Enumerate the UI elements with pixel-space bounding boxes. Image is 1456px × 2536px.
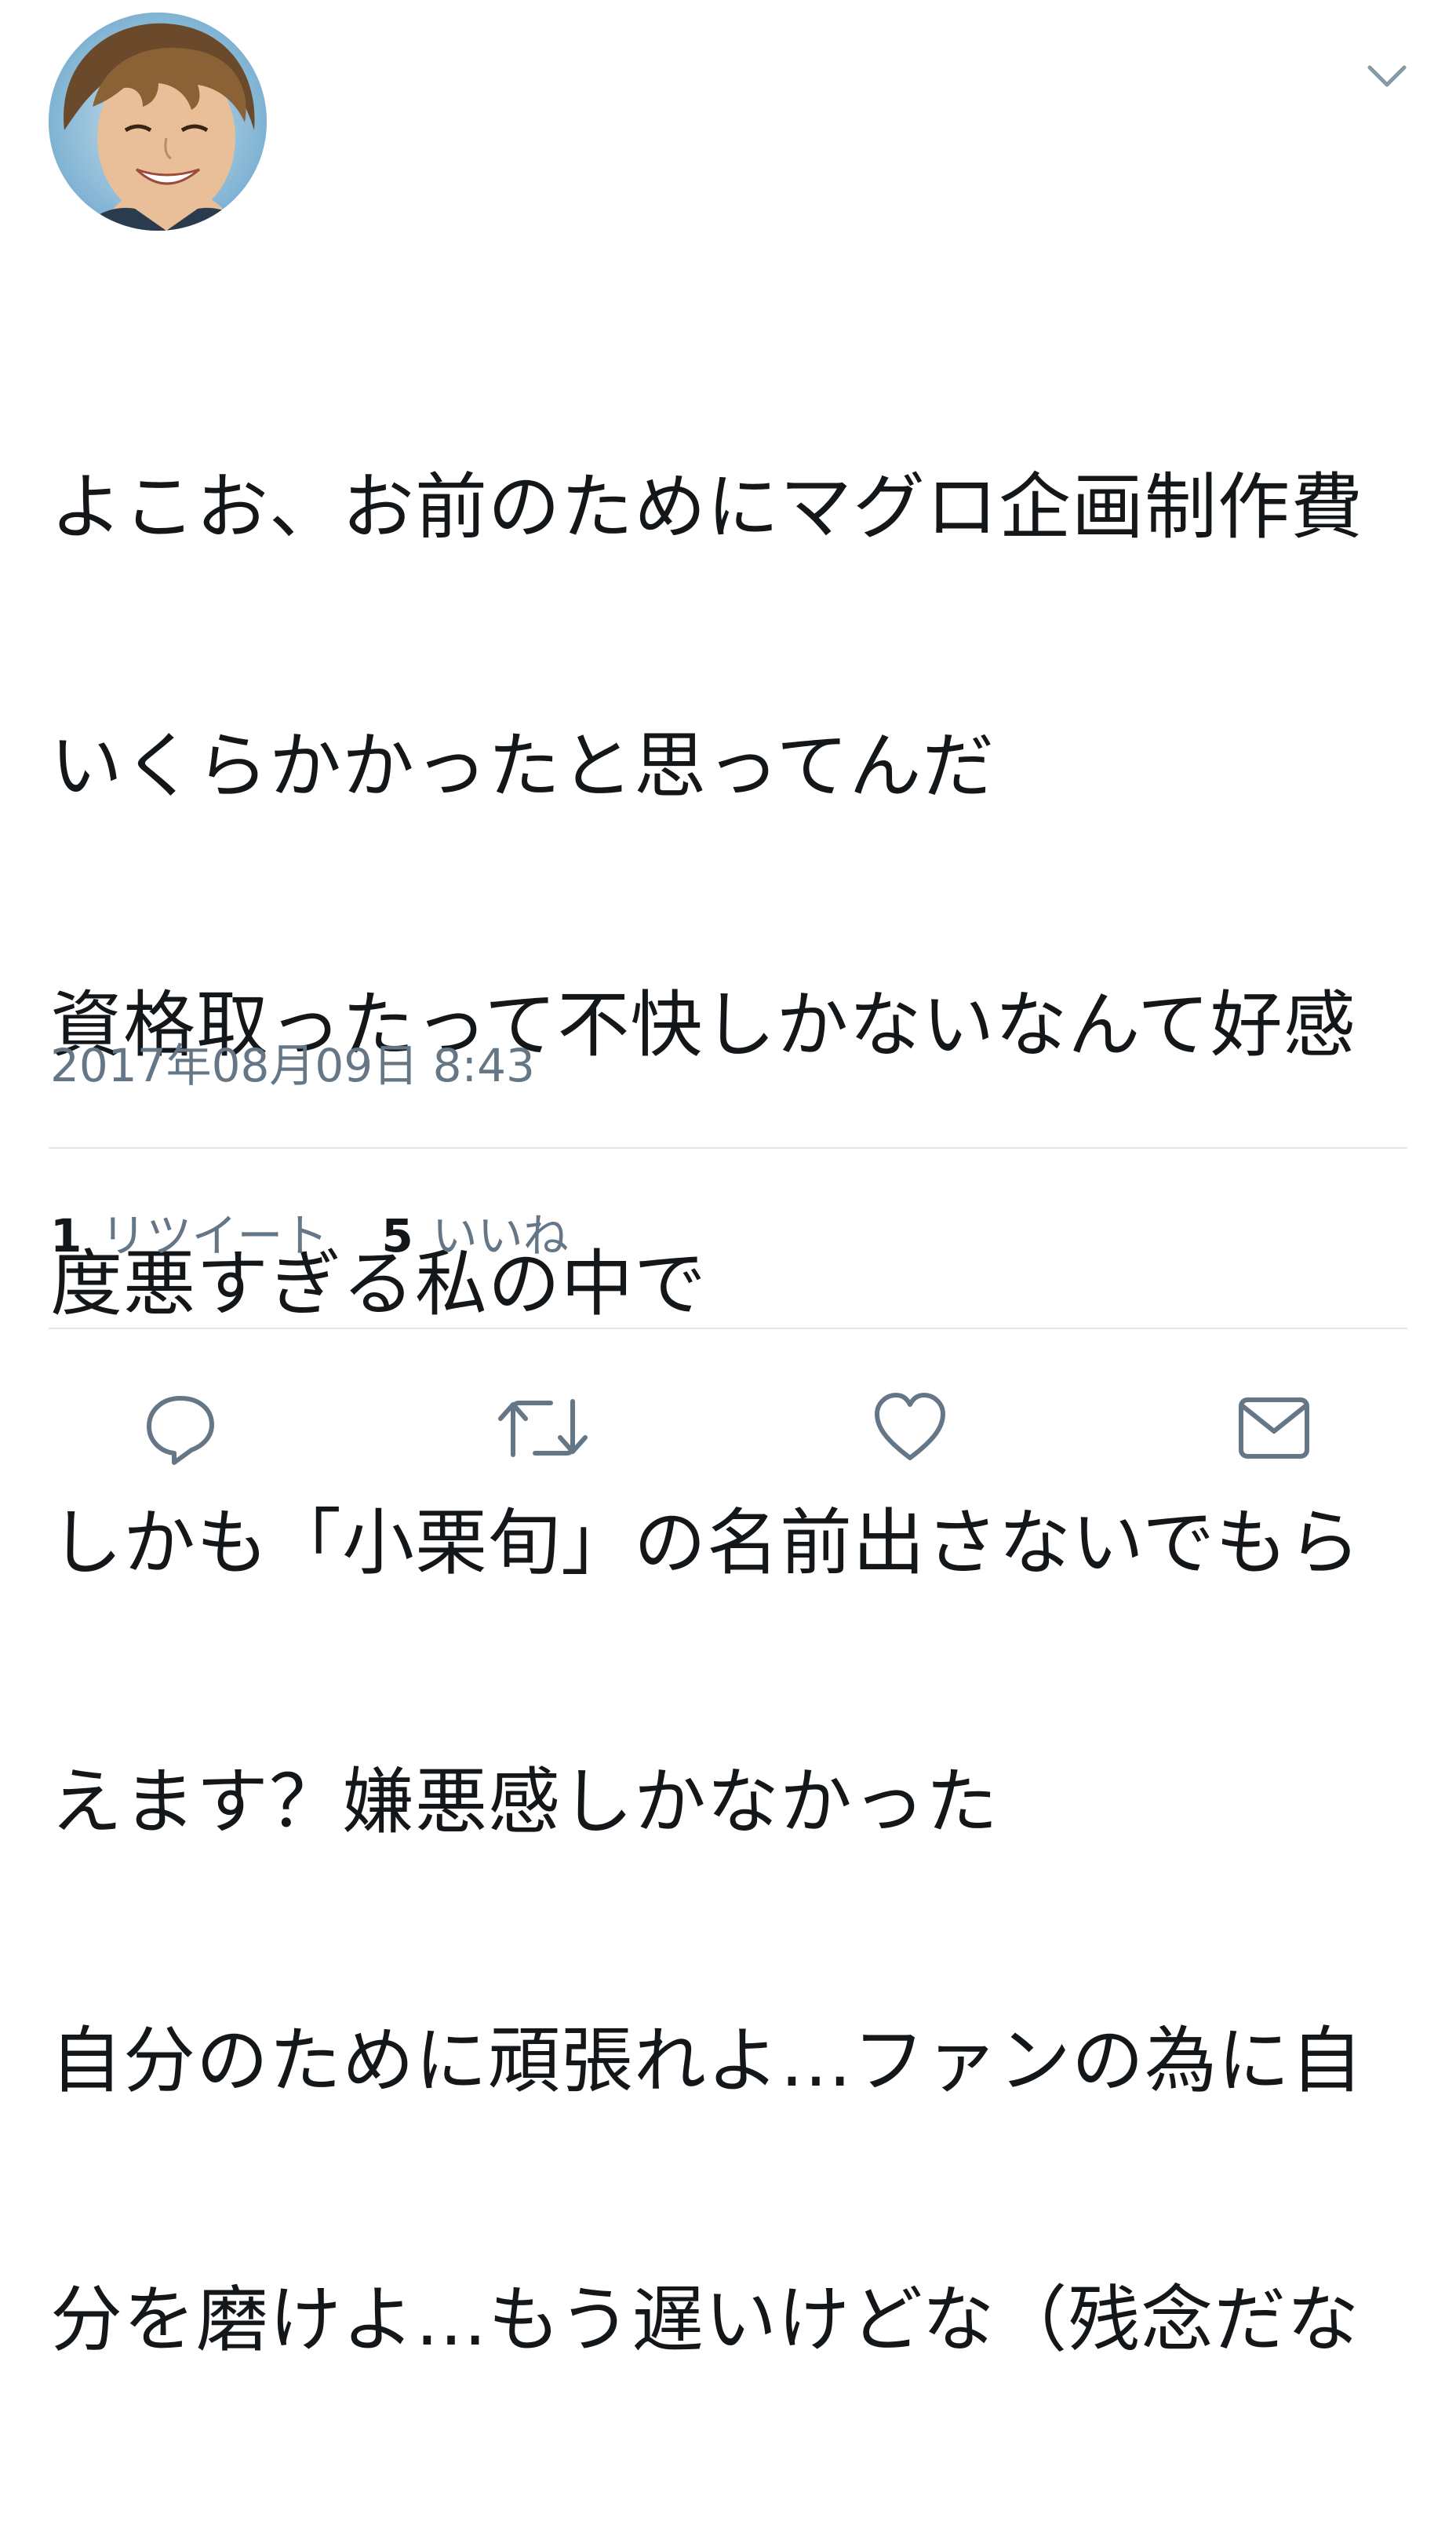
tweet-stats: 1 リツイート 5 いいね [50, 1201, 622, 1271]
avatar[interactable] [49, 13, 267, 231]
user-avatar-photo [49, 13, 267, 231]
like-stat[interactable]: 5 いいね [381, 1201, 568, 1271]
tweet-text-line: よこお、お前のためにマグロ企画制作費 [50, 465, 1364, 549]
tweet-text-line: 分を磨けよ…もう遅いけどな（残念だな [50, 2278, 1360, 2362]
tweet-text-line: 自分のために頑張れよ…ファンの為に自 [50, 2019, 1364, 2103]
tweet-actions [0, 1381, 1456, 1475]
reply-button[interactable] [133, 1381, 228, 1475]
like-label: いいね [431, 1209, 569, 1263]
retweet-icon [498, 1399, 588, 1457]
like-button[interactable] [863, 1381, 957, 1475]
tweet-text-line: しかも「小栗旬」の名前出さないでもら [50, 1501, 1362, 1585]
retweet-button[interactable] [496, 1381, 590, 1475]
tweet-timestamp[interactable]: 2017年08月09日 8:43 [50, 1034, 535, 1097]
divider [49, 1328, 1407, 1329]
retweet-stat[interactable]: 1 リツイート [50, 1201, 328, 1271]
tweet-menu-button[interactable] [1365, 53, 1409, 97]
reply-icon [147, 1396, 214, 1465]
chevron-down-icon [1367, 65, 1407, 87]
divider [49, 1147, 1407, 1149]
retweet-label: リツイート [100, 1209, 329, 1263]
tweet-text-line: えます？嫌悪感しかなかった [50, 1760, 999, 1844]
retweet-count: 1 [50, 1209, 82, 1263]
envelope-icon [1239, 1397, 1309, 1459]
tweet-detail: よこお、お前のためにマグロ企画制作費 いくらかかったと思ってんだ 資格取ったって… [0, 0, 1456, 2362]
share-message-button[interactable] [1227, 1381, 1321, 1475]
tweet-text-line: いくらかかったと思ってんだ [50, 724, 996, 808]
like-count: 5 [381, 1209, 413, 1263]
heart-icon [875, 1393, 945, 1460]
